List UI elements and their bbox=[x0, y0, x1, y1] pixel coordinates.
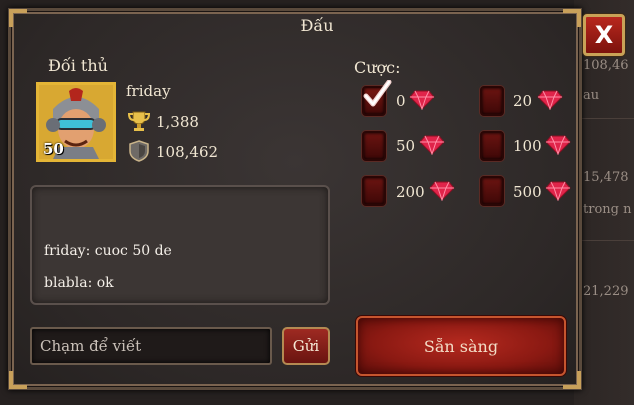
trophy-icon bbox=[128, 111, 150, 131]
player-level: 50 bbox=[43, 140, 64, 158]
bet-value: 100 bbox=[513, 137, 542, 155]
ready-button[interactable]: Sẵn sàng bbox=[356, 316, 566, 376]
ruby-gem-icon bbox=[409, 90, 435, 110]
chat-log[interactable]: friday: cuoc 50 de blabla: ok bbox=[30, 185, 330, 305]
opponent-label: Đối thủ bbox=[48, 56, 108, 75]
ruby-gem-icon bbox=[537, 90, 563, 110]
bet-checkbox-20[interactable] bbox=[480, 86, 504, 116]
dialog-title: Đấu bbox=[300, 16, 334, 35]
send-button[interactable]: Gửi bbox=[282, 327, 330, 365]
chat-message: blabla: ok bbox=[44, 275, 114, 291]
opponent-name: friday bbox=[126, 82, 171, 100]
background-text: trong n bbox=[583, 202, 632, 217]
bet-checkbox-0[interactable] bbox=[362, 80, 392, 116]
shield-icon bbox=[129, 140, 149, 162]
bet-value: 200 bbox=[396, 183, 425, 201]
bet-value: 20 bbox=[513, 92, 533, 110]
bet-value: 50 bbox=[396, 137, 416, 155]
bet-checkbox-100[interactable] bbox=[480, 131, 504, 161]
bet-value: 500 bbox=[513, 183, 542, 201]
bet-checkbox-500[interactable] bbox=[480, 176, 504, 206]
ruby-gem-icon bbox=[429, 181, 455, 201]
background-text: 108,46 bbox=[583, 58, 629, 73]
ruby-gem-icon bbox=[419, 135, 445, 155]
background-text: 21,229 bbox=[583, 284, 629, 299]
background-divider bbox=[580, 240, 634, 241]
background-text: au bbox=[583, 88, 600, 103]
chat-message: friday: cuoc 50 de bbox=[44, 243, 172, 259]
background-text: 15,478 bbox=[583, 170, 629, 185]
frame-corner bbox=[563, 371, 581, 389]
close-icon: X bbox=[594, 21, 614, 49]
bet-checkbox-200[interactable] bbox=[362, 176, 386, 206]
trophy-count: 1,388 bbox=[156, 113, 199, 131]
close-button[interactable]: X bbox=[583, 14, 625, 56]
bet-value: 0 bbox=[396, 92, 406, 110]
background-divider bbox=[580, 118, 634, 119]
chat-input[interactable]: Chạm để viết bbox=[30, 327, 272, 365]
ruby-gem-icon bbox=[545, 181, 571, 201]
bet-checkbox-50[interactable] bbox=[362, 131, 386, 161]
checkmark-icon bbox=[363, 80, 392, 107]
bet-label: Cược: bbox=[354, 58, 401, 77]
ruby-gem-icon bbox=[545, 135, 571, 155]
power-value: 108,462 bbox=[156, 143, 219, 161]
frame-corner bbox=[9, 371, 27, 389]
avatar[interactable]: 50 bbox=[36, 82, 116, 162]
